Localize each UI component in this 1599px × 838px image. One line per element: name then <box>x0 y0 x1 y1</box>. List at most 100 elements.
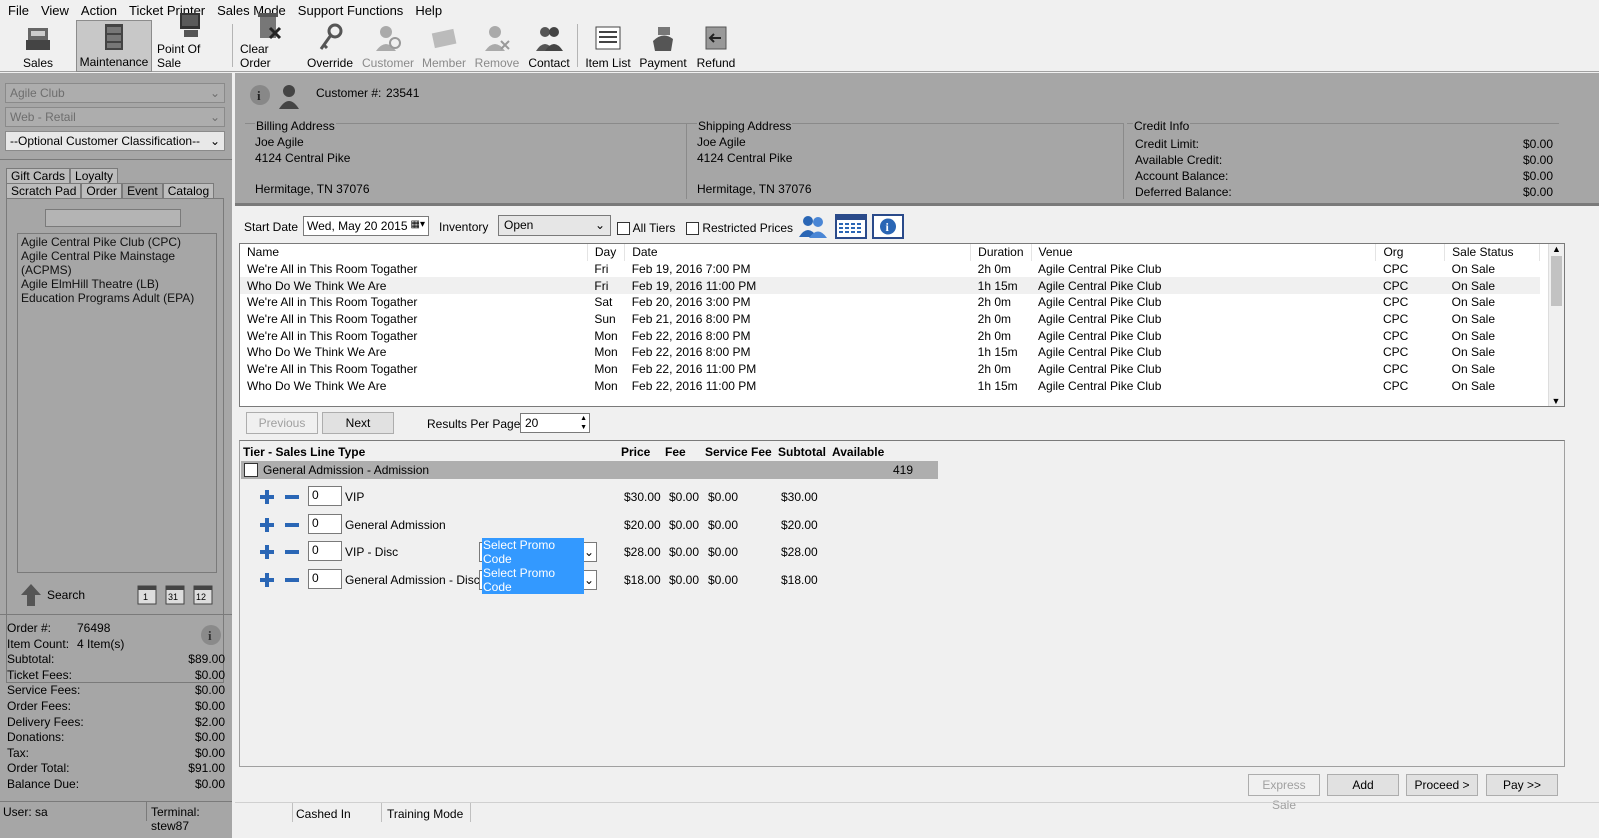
tab-scratch-pad[interactable]: Scratch Pad <box>6 183 82 198</box>
table-cell: Feb 19, 2016 7:00 PM <box>631 262 751 277</box>
grid-view-icon[interactable] <box>835 214 867 239</box>
search-button[interactable]: Search <box>19 583 85 607</box>
column-header[interactable]: Sale Status <box>1444 244 1540 261</box>
shipping-city: Hermitage, TN 37076 <box>697 182 812 196</box>
info-icon[interactable]: i <box>872 214 904 239</box>
minus-icon[interactable] <box>284 572 300 588</box>
table-row[interactable]: Who Do We Think We Are Mon Feb 22, 2016 8:… <box>240 344 1540 361</box>
add-button[interactable]: Add <box>1327 774 1399 796</box>
column-header[interactable]: Date <box>624 244 972 261</box>
line-type-name: VIP <box>345 490 365 504</box>
remove-button[interactable]: Remove <box>471 20 523 72</box>
scroll-up-icon[interactable]: ▲ <box>1549 244 1564 254</box>
maintenance-button[interactable]: Maintenance <box>76 20 152 72</box>
spinner-icon[interactable]: ▲ ▼ <box>580 414 587 432</box>
override-button[interactable]: Override <box>301 20 359 72</box>
quantity-input[interactable]: 0 <box>308 486 342 506</box>
tier-group-row[interactable]: General Admission - Admission 419 <box>241 461 938 479</box>
plus-icon[interactable] <box>259 572 275 588</box>
clear-order-button[interactable]: Clear Order <box>235 13 301 72</box>
tab-loyalty[interactable]: Loyalty <box>70 168 119 183</box>
point-of-sale-button[interactable]: Point Of Sale <box>152 13 230 72</box>
table-row[interactable]: Who Do We Think We Are Fri Feb 19, 2016 11… <box>240 277 1540 295</box>
results-per-page-input[interactable]: 20 ▲ ▼ <box>520 413 590 433</box>
previous-button[interactable]: Previous <box>246 412 318 434</box>
calendar-week-icon[interactable]: 31 <box>165 583 185 605</box>
people-group-icon[interactable] <box>797 213 829 239</box>
scroll-thumb[interactable] <box>1551 256 1562 306</box>
menu-view[interactable]: View <box>35 3 75 18</box>
express-sale-button[interactable]: Express Sale <box>1248 774 1320 812</box>
summary-label: Order Fees: <box>7 698 72 713</box>
plus-icon[interactable] <box>259 489 275 505</box>
contact-button[interactable]: Contact <box>523 20 575 72</box>
menu-file[interactable]: File <box>2 3 35 18</box>
promo-code-select[interactable]: Select Promo Code ⌄ <box>479 565 597 594</box>
plus-icon[interactable] <box>259 544 275 560</box>
organization-list[interactable]: Agile Central Pike Club (CPC) Agile Cent… <box>17 233 217 573</box>
table-row[interactable]: We're All in This Room Togather Sun Feb 21… <box>240 311 1540 328</box>
list-item[interactable]: Agile Central Pike Mainstage (ACPMS) <box>21 249 213 277</box>
club-select[interactable]: Agile Club ⌄ <box>5 83 225 103</box>
minus-icon[interactable] <box>284 544 300 560</box>
table-row[interactable]: We're All in This Room Togather Mon Feb 22… <box>240 327 1540 344</box>
table-cell: Who Do We Think We Are <box>247 345 387 360</box>
column-header[interactable]: Venue <box>1031 244 1377 261</box>
tab-gift-cards[interactable]: Gift Cards <box>6 168 71 183</box>
sales-button[interactable]: Sales <box>0 20 76 72</box>
event-search-input[interactable] <box>45 209 181 227</box>
column-header[interactable]: Day <box>587 244 626 261</box>
column-header[interactable]: Duration <box>970 244 1032 261</box>
pay-button[interactable]: Pay >> <box>1486 774 1558 796</box>
tab-order[interactable]: Order <box>81 183 123 198</box>
tab-catalog[interactable]: Catalog <box>162 183 215 198</box>
restricted-prices-checkbox[interactable]: Restricted Prices <box>686 221 793 236</box>
menu-action[interactable]: Action <box>75 3 123 18</box>
item-list-button[interactable]: Item List <box>580 20 636 72</box>
info-icon[interactable]: i <box>249 84 271 106</box>
list-icon <box>593 22 623 54</box>
list-item[interactable]: Education Programs Adult (EPA) <box>21 291 213 305</box>
calendar-day-icon[interactable]: 1 <box>137 583 157 605</box>
table-row[interactable]: We're All in This Room Togather Sat Feb 20… <box>240 294 1540 311</box>
summary-amount: $89.00 <box>188 652 225 667</box>
user-label: User: sa <box>3 805 48 819</box>
menu-help[interactable]: Help <box>409 3 448 18</box>
list-item[interactable]: Agile Central Pike Club (CPC) <box>21 235 213 249</box>
column-header[interactable]: Org <box>1375 244 1446 261</box>
list-item[interactable]: Agile ElmHill Theatre (LB) <box>21 277 213 291</box>
customer-classification-select[interactable]: --Optional Customer Classification-- ⌄ <box>5 131 225 151</box>
customer-button[interactable]: Customer <box>359 20 417 72</box>
quantity-input[interactable]: 0 <box>308 568 342 589</box>
minus-icon[interactable] <box>284 489 300 505</box>
plus-icon[interactable] <box>259 517 275 533</box>
status-bar: Cashed In Training Mode <box>235 802 1599 822</box>
table-row[interactable]: Who Do We Think We Are Mon Feb 22, 2016 11… <box>240 378 1540 395</box>
start-date-picker[interactable]: Wed, May 20 2015 ▦▾ <box>303 216 429 236</box>
inventory-select[interactable]: Open ⌄ <box>498 215 611 236</box>
member-button[interactable]: Member <box>417 20 471 72</box>
customer-number-label: Customer #: <box>316 86 382 100</box>
table-row[interactable]: We're All in This Room Togather Mon Feb 22… <box>240 361 1540 378</box>
table-row[interactable]: We're All in This Room Togather Fri Feb 19… <box>240 261 1540 278</box>
tier-group-checkbox[interactable] <box>244 463 258 477</box>
next-button[interactable]: Next <box>322 412 394 434</box>
menu-support-functions[interactable]: Support Functions <box>292 3 410 18</box>
quantity-input[interactable]: 0 <box>308 513 342 534</box>
calendar-month-icon[interactable]: 12 <box>193 583 215 605</box>
customer-profile-icon[interactable] <box>277 83 301 109</box>
refund-button[interactable]: Refund <box>690 20 742 72</box>
payment-button[interactable]: Payment <box>636 20 690 72</box>
scroll-down-icon[interactable]: ▼ <box>1549 396 1563 406</box>
proceed-button[interactable]: Proceed > <box>1406 774 1478 796</box>
tab-event[interactable]: Event <box>122 183 163 198</box>
quantity-input[interactable]: 0 <box>308 541 342 561</box>
all-tiers-checkbox[interactable]: All Tiers <box>617 221 675 236</box>
promo-code-select[interactable]: Select Promo Code ⌄ <box>479 538 597 566</box>
minus-icon[interactable] <box>284 517 300 533</box>
sales-channel-select[interactable]: Web - Retail ⌄ <box>5 107 225 127</box>
main-area: i Customer #: 23541 Billing Address Joe … <box>235 73 1599 838</box>
column-header[interactable]: Name <box>240 244 588 261</box>
scrollbar[interactable]: ▲ ▼ <box>1548 244 1564 406</box>
tier-header: Tier - Sales Line Type <box>243 445 366 459</box>
